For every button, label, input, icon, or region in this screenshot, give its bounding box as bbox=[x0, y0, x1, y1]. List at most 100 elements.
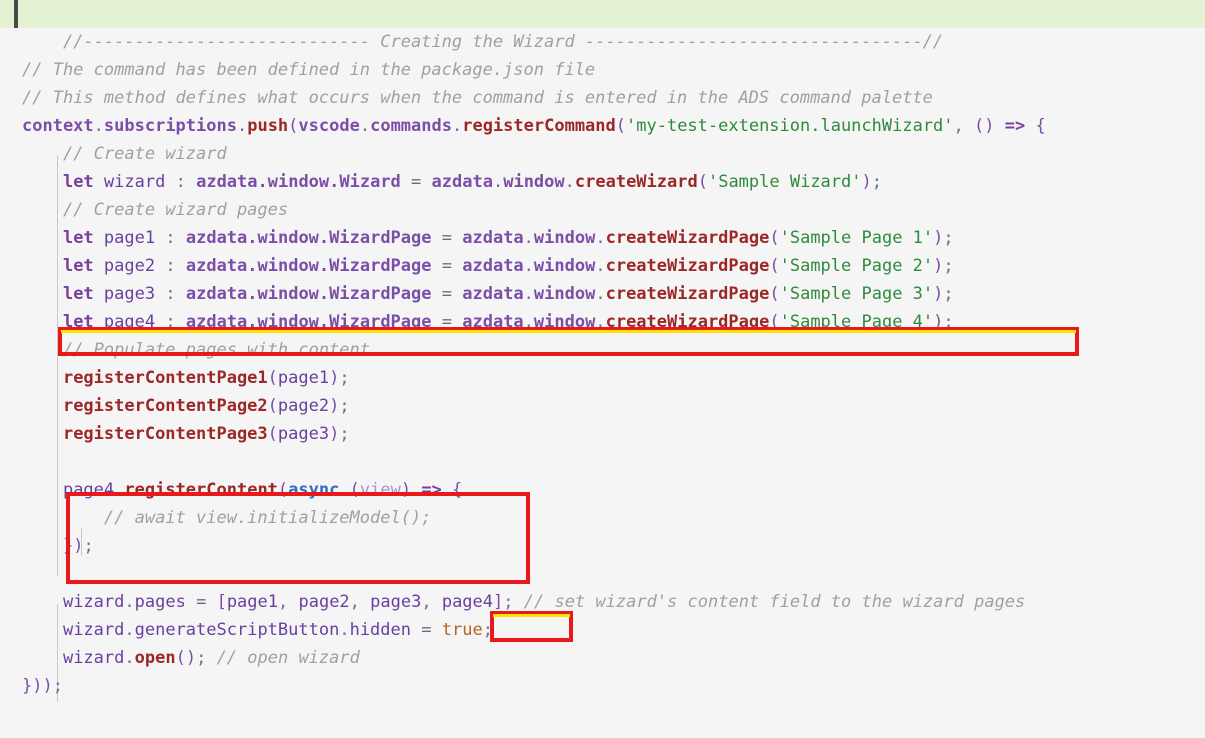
paren-p1-close: ) bbox=[933, 228, 944, 248]
paren-rcp3-open: ( bbox=[267, 424, 278, 444]
keyword-let-wizard: let bbox=[62, 172, 94, 192]
type-page3: azdata.window.WizardPage bbox=[185, 284, 432, 304]
code-line-let-page4: let page4 : azdata.window.WizardPage = a… bbox=[0, 308, 1205, 336]
var-page2: page2 bbox=[103, 256, 156, 276]
paren-rcp3-close: ) bbox=[329, 424, 340, 444]
semi-rcp2: ; bbox=[339, 396, 350, 416]
prop-pages: pages bbox=[134, 592, 186, 612]
colon-p1: : bbox=[165, 228, 176, 248]
code-line-comment-package-json: // The command has been defined in the p… bbox=[0, 56, 1205, 84]
azdata-ns-p3: azdata bbox=[462, 284, 524, 304]
obj-wizard-gsb: wizard bbox=[62, 620, 125, 640]
code-line-register-content-page2: registerContentPage2(page2); bbox=[0, 392, 1205, 420]
paren-rcp1-close: ) bbox=[329, 368, 340, 388]
banner-left-bar bbox=[14, 0, 18, 28]
fn-open: open bbox=[134, 648, 176, 668]
fn-register-content-page-2: registerContentPage2 bbox=[62, 396, 268, 416]
dot-p3a: . bbox=[523, 284, 534, 304]
semi-rcp1: ; bbox=[339, 368, 350, 388]
arg-page3: page3 bbox=[277, 424, 330, 444]
azdata-ns-p2: azdata bbox=[462, 256, 524, 276]
arr-page2: page2 bbox=[298, 592, 350, 612]
obj-wizard-open: wizard bbox=[62, 648, 125, 668]
code-line-register-content-page1: registerContentPage1(page1); bbox=[0, 364, 1205, 392]
colon-p2: : bbox=[165, 256, 176, 276]
token-vscode: vscode bbox=[298, 116, 360, 136]
var-page1: page1 bbox=[103, 228, 156, 248]
code-line-let-page2: let page2 : azdata.window.WizardPage = a… bbox=[0, 252, 1205, 280]
semi-open: ; bbox=[196, 648, 207, 668]
prop-generate-script-button: generateScriptButton bbox=[134, 620, 340, 640]
window-ns-wizard: window bbox=[503, 172, 565, 192]
comment-package-json: // The command has been defined in the p… bbox=[22, 60, 596, 80]
code-line-blank-1 bbox=[0, 28, 1205, 56]
dot-p1a: . bbox=[523, 228, 534, 248]
brace-open-1: { bbox=[1035, 116, 1046, 136]
code-line-wizard-open: wizard.open(); // open wizard bbox=[0, 644, 1205, 672]
comment-await-initialize: // await view.initializeModel(); bbox=[103, 508, 432, 528]
dot-p4a: . bbox=[523, 312, 534, 332]
semi-wizard: ; bbox=[871, 172, 882, 192]
param-view: view bbox=[359, 480, 401, 500]
string-sample-page-2: 'Sample Page 2' bbox=[779, 256, 934, 276]
var-page3: page3 bbox=[103, 284, 156, 304]
arg-page1: page1 bbox=[277, 368, 330, 388]
colon-wizard: : bbox=[175, 172, 186, 192]
paren-cw-close: ) bbox=[861, 172, 872, 192]
token-context: context bbox=[22, 116, 94, 136]
window-ns-p4: window bbox=[533, 312, 596, 332]
comment-method-defines: // This method defines what occurs when … bbox=[22, 88, 933, 108]
dot-p4b: . bbox=[595, 312, 606, 332]
code-line-comment-await-initialize: // await view.initializeModel(); bbox=[0, 504, 1205, 532]
code-line-page4-register-content: page4.registerContent(async (view) => { bbox=[0, 476, 1205, 504]
prop-hidden: hidden bbox=[349, 620, 411, 640]
fn-register-content-page-1: registerContentPage1 bbox=[62, 368, 268, 388]
equals-p1: = bbox=[441, 228, 452, 248]
code-line-let-wizard: let wizard : azdata.window.Wizard = azda… bbox=[0, 168, 1205, 196]
arr-page4: page4 bbox=[441, 592, 494, 612]
window-ns-p2: window bbox=[533, 256, 596, 276]
semi-hidden: ; bbox=[482, 620, 493, 640]
comma-1: , bbox=[953, 116, 975, 136]
dot-w1: . bbox=[492, 172, 504, 192]
keyword-let-page2: let bbox=[62, 256, 94, 276]
token-register-command: registerCommand bbox=[462, 116, 616, 136]
azdata-ns-wizard: azdata bbox=[431, 172, 493, 192]
fn-register-content: registerContent bbox=[124, 480, 278, 500]
equals-p3: = bbox=[441, 284, 452, 304]
type-page2: azdata.window.WizardPage bbox=[185, 256, 432, 276]
paren-rc-open: ( bbox=[277, 480, 289, 500]
colon-p4: : bbox=[165, 312, 176, 332]
string-sample-page-1: 'Sample Page 1' bbox=[779, 228, 934, 248]
equals-pages: = bbox=[196, 592, 207, 612]
bracket-open: [ bbox=[216, 592, 227, 612]
type-page1: azdata.window.WizardPage bbox=[185, 228, 432, 248]
paren-p2-open: ( bbox=[769, 256, 780, 276]
keyword-async: async bbox=[288, 480, 340, 500]
obj-wizard-pages: wizard bbox=[62, 592, 125, 612]
dot-p2b: . bbox=[595, 256, 606, 276]
colon-p3: : bbox=[165, 284, 176, 304]
equals-wizard: = bbox=[411, 172, 422, 192]
paren-open-empty: () bbox=[175, 648, 197, 668]
arr-page3: page3 bbox=[370, 592, 422, 612]
dot-3: . bbox=[359, 116, 371, 136]
code-line-close-all: })); bbox=[0, 672, 1205, 700]
space-1 bbox=[995, 116, 1005, 136]
string-command-id: 'my-test-extension.launchWizard' bbox=[626, 116, 954, 136]
space-2 bbox=[1025, 116, 1035, 136]
fn-create-wizard-page-4: createWizardPage bbox=[605, 312, 770, 332]
semi-pages: ; bbox=[503, 592, 514, 612]
code-line-blank-2 bbox=[0, 448, 1205, 476]
paren-p3-open: ( bbox=[769, 284, 780, 304]
brace-open-2: { bbox=[452, 480, 463, 500]
code-line-comment-method-defines: // This method defines what occurs when … bbox=[0, 84, 1205, 112]
keyword-let-page3: let bbox=[62, 284, 94, 304]
fn-create-wizard-page-3: createWizardPage bbox=[605, 284, 770, 304]
code-editor-surface: //---------------------------- Creating … bbox=[0, 0, 1205, 738]
paren-p4-open: ( bbox=[769, 312, 780, 332]
paren-p4-close: ) bbox=[933, 312, 944, 332]
code-line-register-content-page3: registerContentPage3(page3); bbox=[0, 420, 1205, 448]
dot-open: . bbox=[124, 648, 135, 668]
semi-all: ; bbox=[52, 676, 63, 696]
